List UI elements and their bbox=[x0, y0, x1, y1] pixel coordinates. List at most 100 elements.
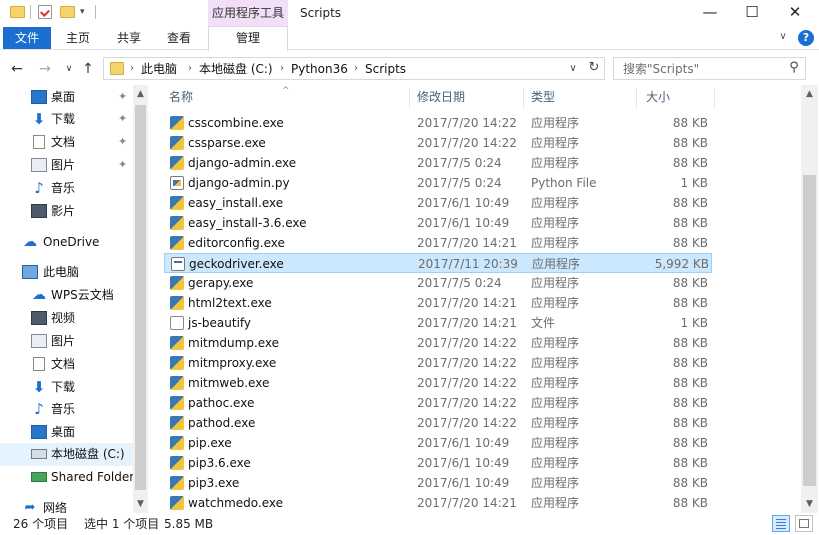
search-icon[interactable]: ⚲ bbox=[786, 60, 802, 76]
sidebar-item-desktop[interactable]: 桌面 bbox=[0, 421, 133, 444]
sidebar-scrollbar-thumb[interactable] bbox=[135, 105, 146, 490]
sidebar-item-downloads[interactable]: ⬇ 下载 bbox=[0, 376, 133, 399]
column-divider[interactable] bbox=[523, 88, 524, 108]
column-header-type[interactable]: 类型 bbox=[531, 85, 555, 110]
column-divider[interactable] bbox=[714, 88, 715, 108]
file-row[interactable]: mitmweb.exe 2017/7/20 14:22 应用程序 88 KB bbox=[164, 373, 712, 393]
forward-button[interactable]: → bbox=[36, 60, 54, 78]
sidebar-item-documents[interactable]: 文档 ✦ bbox=[0, 131, 133, 154]
file-list-scrollbar-thumb[interactable] bbox=[803, 175, 816, 486]
breadcrumb-python36[interactable]: Python36 bbox=[291, 61, 348, 77]
sidebar-item-shared-folders[interactable]: Shared Folders bbox=[0, 466, 140, 489]
up-button[interactable]: ↑ bbox=[79, 60, 97, 78]
file-row[interactable]: html2text.exe 2017/7/20 14:21 应用程序 88 KB bbox=[164, 293, 712, 313]
sidebar-item-music[interactable]: ♪ 音乐 bbox=[0, 398, 133, 421]
sidebar-item-pictures[interactable]: 图片 bbox=[0, 330, 133, 353]
scroll-up-arrow-icon[interactable]: ▲ bbox=[134, 89, 147, 99]
sidebar-item-documents[interactable]: 文档 bbox=[0, 353, 133, 376]
sidebar-item-this-pc[interactable]: 此电脑 bbox=[0, 261, 133, 284]
scroll-down-arrow-icon[interactable]: ▼ bbox=[134, 499, 147, 509]
back-button[interactable]: ← bbox=[8, 60, 26, 78]
file-row[interactable]: geckodriver.exe 2017/7/11 20:39 应用程序 5,992 … bbox=[164, 253, 712, 273]
file-modified-date: 2017/7/20 14:22 bbox=[417, 396, 517, 410]
breadcrumb-separator[interactable]: › bbox=[280, 61, 284, 77]
file-row[interactable]: js-beautify 2017/7/20 14:21 文件 1 KB bbox=[164, 313, 712, 333]
properties-icon[interactable] bbox=[38, 5, 52, 19]
search-box[interactable]: ⚲ bbox=[613, 57, 806, 80]
file-row[interactable]: easy_install.exe 2017/6/1 10:49 应用程序 88 KB bbox=[164, 193, 712, 213]
search-input[interactable] bbox=[615, 59, 785, 78]
close-button[interactable]: ✕ bbox=[772, 0, 818, 26]
sidebar-item-music[interactable]: ♪ 音乐 bbox=[0, 177, 133, 200]
column-header-size[interactable]: 大小 bbox=[646, 85, 670, 110]
file-row[interactable]: mitmdump.exe 2017/7/20 14:22 应用程序 88 KB bbox=[164, 333, 712, 353]
scroll-up-arrow-icon[interactable]: ▲ bbox=[803, 89, 816, 99]
context-tab-app-tools: 应用程序工具 bbox=[208, 0, 288, 26]
tab-share[interactable]: 共享 bbox=[117, 27, 141, 49]
tab-file[interactable]: 文件 bbox=[3, 27, 51, 49]
tab-manage[interactable]: 管理 bbox=[208, 26, 288, 51]
file-row[interactable]: pathoc.exe 2017/7/20 14:22 应用程序 88 KB bbox=[164, 393, 712, 413]
file-row[interactable]: watchmedo.exe 2017/7/20 14:21 应用程序 88 KB bbox=[164, 493, 712, 513]
window-title: Scripts bbox=[300, 6, 342, 20]
recent-locations-button[interactable]: ∨ bbox=[60, 60, 78, 78]
file-row[interactable]: easy_install-3.6.exe 2017/6/1 10:49 应用程序 88… bbox=[164, 213, 712, 233]
document-icon bbox=[33, 135, 45, 149]
sidebar-item-videos[interactable]: 视频 bbox=[0, 307, 133, 330]
breadcrumb-local-disk[interactable]: 本地磁盘 (C:) bbox=[199, 61, 273, 77]
column-divider[interactable] bbox=[636, 88, 637, 108]
tab-home[interactable]: 主页 bbox=[66, 27, 90, 49]
column-header-date[interactable]: 修改日期 bbox=[417, 85, 465, 110]
quick-access-dropdown-icon[interactable]: ▾ bbox=[80, 6, 90, 20]
file-row[interactable]: mitmproxy.exe 2017/7/20 14:22 应用程序 88 KB bbox=[164, 353, 712, 373]
refresh-icon[interactable]: ↻ bbox=[586, 60, 602, 76]
file-modified-date: 2017/7/20 14:21 bbox=[417, 496, 517, 510]
sidebar-item-movies[interactable]: 影片 bbox=[0, 200, 133, 223]
breadcrumb-this-pc[interactable]: 此电脑 bbox=[141, 61, 177, 77]
column-header-name[interactable]: 名称 bbox=[169, 85, 193, 110]
large-icons-view-button[interactable] bbox=[795, 515, 813, 532]
tab-view[interactable]: 查看 bbox=[167, 27, 191, 49]
file-modified-date: 2017/7/20 14:22 bbox=[417, 116, 517, 130]
sidebar-item-local-disk[interactable]: 本地磁盘 (C:) bbox=[0, 443, 133, 466]
scroll-down-arrow-icon[interactable]: ▼ bbox=[803, 499, 816, 509]
breadcrumb-separator[interactable]: › bbox=[188, 61, 192, 77]
sidebar-item-wps-cloud[interactable]: ☁ WPS云文档 bbox=[0, 284, 133, 307]
file-row[interactable]: django-admin.exe 2017/7/5 0:24 应用程序 88 KB bbox=[164, 153, 712, 173]
file-row[interactable]: pip3.exe 2017/6/1 10:49 应用程序 88 KB bbox=[164, 473, 712, 493]
file-name: html2text.exe bbox=[188, 296, 272, 310]
sidebar-item-network[interactable]: ➦ 网络 bbox=[0, 497, 133, 514]
details-view-button[interactable] bbox=[772, 515, 790, 532]
file-row[interactable]: pathod.exe 2017/7/20 14:22 应用程序 88 KB bbox=[164, 413, 712, 433]
column-divider[interactable] bbox=[409, 88, 410, 108]
address-dropdown-icon[interactable]: ∨ bbox=[566, 61, 580, 77]
expand-ribbon-chevron-icon[interactable]: ∨ bbox=[775, 29, 791, 45]
file-row[interactable]: gerapy.exe 2017/7/5 0:24 应用程序 88 KB bbox=[164, 273, 712, 293]
maximize-button[interactable]: ☐ bbox=[729, 0, 775, 26]
python-exe-icon bbox=[170, 356, 184, 370]
breadcrumb-scripts[interactable]: Scripts bbox=[365, 61, 406, 77]
breadcrumb-separator[interactable]: › bbox=[354, 61, 358, 77]
file-row[interactable]: pip3.6.exe 2017/6/1 10:49 应用程序 88 KB bbox=[164, 453, 712, 473]
help-icon[interactable]: ? bbox=[798, 30, 814, 46]
file-modified-date: 2017/7/11 20:39 bbox=[418, 257, 518, 271]
file-row[interactable]: editorconfig.exe 2017/7/20 14:21 应用程序 88 KB bbox=[164, 233, 712, 253]
shared-folders-icon bbox=[31, 472, 47, 482]
file-name: geckodriver.exe bbox=[189, 257, 284, 271]
sidebar-item-onedrive[interactable]: ☁ OneDrive bbox=[0, 231, 133, 254]
file-name: pip3.6.exe bbox=[188, 456, 251, 470]
local-disk-icon bbox=[31, 449, 47, 459]
file-row[interactable]: cssparse.exe 2017/7/20 14:22 应用程序 88 KB bbox=[164, 133, 712, 153]
folder-icon bbox=[10, 6, 25, 18]
new-folder-icon[interactable] bbox=[60, 6, 75, 18]
file-row[interactable]: django-admin.py 2017/7/5 0:24 Python File 1… bbox=[164, 173, 712, 193]
breadcrumb-separator[interactable]: › bbox=[130, 61, 134, 77]
file-row[interactable]: pip.exe 2017/6/1 10:49 应用程序 88 KB bbox=[164, 433, 712, 453]
sidebar-item-label: 文档 bbox=[51, 135, 76, 149]
address-bar[interactable]: › 此电脑 › 本地磁盘 (C:) › Python36 › Scripts ∨… bbox=[103, 57, 605, 80]
sidebar-item-desktop[interactable]: 桌面 ✦ bbox=[0, 86, 133, 109]
sidebar-item-downloads[interactable]: ⬇ 下载 ✦ bbox=[0, 108, 133, 131]
minimize-button[interactable]: — bbox=[687, 0, 733, 26]
sidebar-item-pictures[interactable]: 图片 ✦ bbox=[0, 154, 133, 177]
file-row[interactable]: csscombine.exe 2017/7/20 14:22 应用程序 88 KB bbox=[164, 113, 712, 133]
